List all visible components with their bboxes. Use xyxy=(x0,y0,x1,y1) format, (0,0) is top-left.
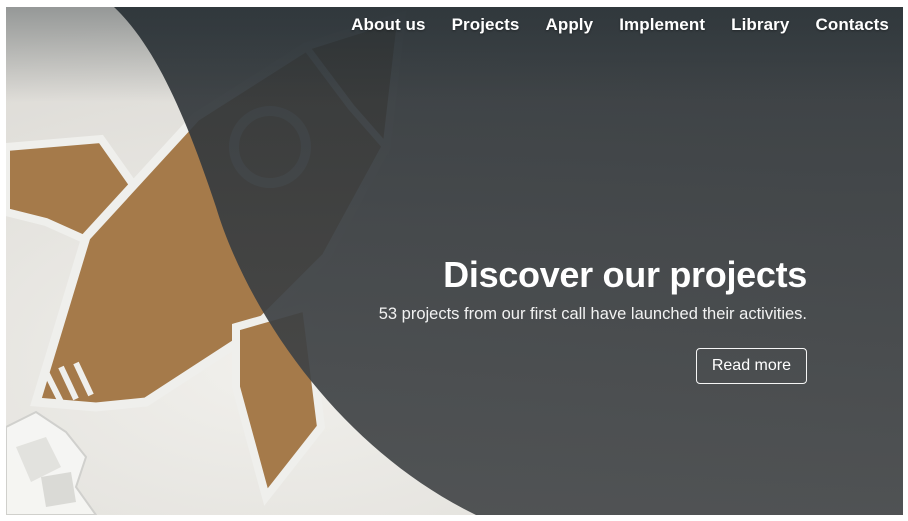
nav-library[interactable]: Library xyxy=(731,15,789,35)
main-nav: About us Projects Apply Implement Librar… xyxy=(351,15,889,35)
nav-apply[interactable]: Apply xyxy=(545,15,593,35)
nav-contacts[interactable]: Contacts xyxy=(815,15,889,35)
nav-projects[interactable]: Projects xyxy=(452,15,520,35)
read-more-button[interactable]: Read more xyxy=(695,348,807,384)
nav-about-us[interactable]: About us xyxy=(351,15,425,35)
nav-implement[interactable]: Implement xyxy=(619,15,705,35)
hero-title: Discover our projects xyxy=(443,254,807,295)
hero-subtitle: 53 projects from our first call have lau… xyxy=(378,305,807,323)
hero-content: Discover our projects 53 projects from o… xyxy=(287,253,807,384)
hero-banner: About us Projects Apply Implement Librar… xyxy=(6,7,903,515)
